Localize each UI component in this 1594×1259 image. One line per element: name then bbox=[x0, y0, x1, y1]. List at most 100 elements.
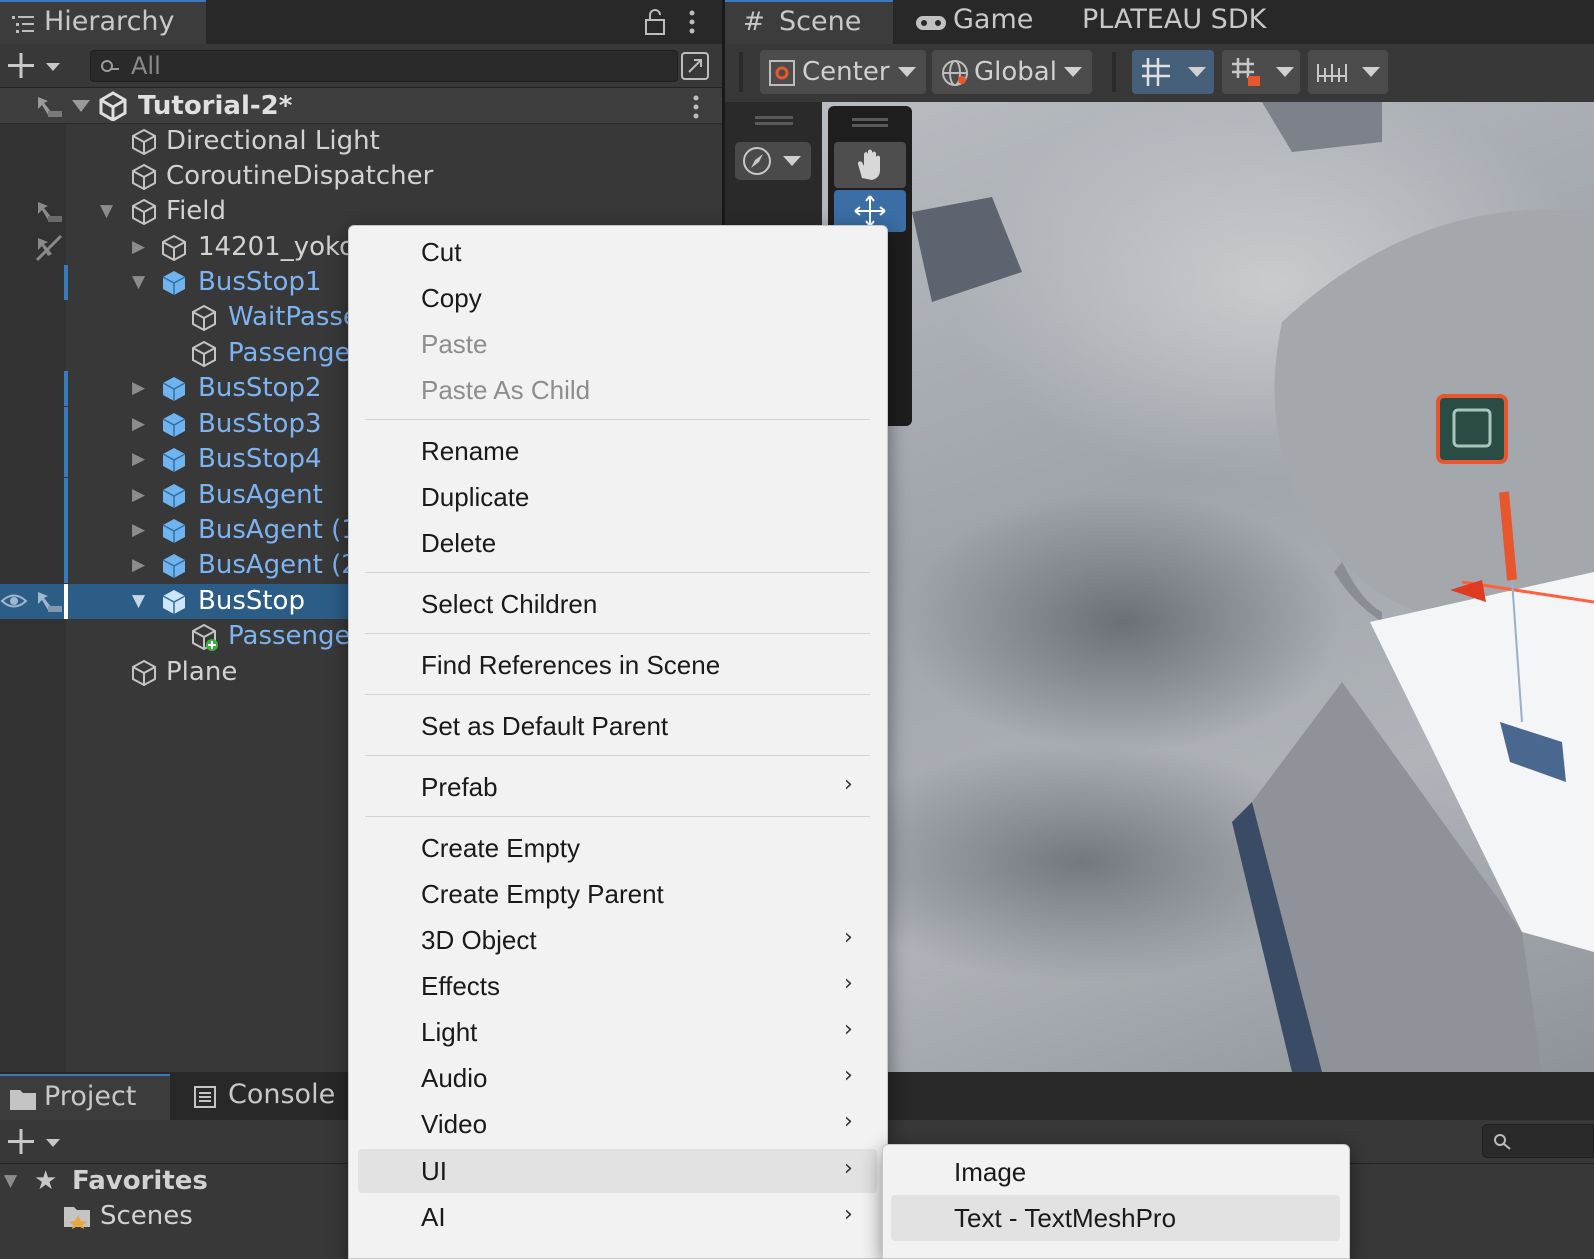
grid-snap-icon bbox=[1142, 58, 1170, 86]
chevron-down-icon bbox=[898, 67, 916, 77]
unity-scene-icon bbox=[99, 91, 127, 121]
chevron-down-icon bbox=[1362, 67, 1380, 77]
scene-viewport[interactable] bbox=[822, 102, 1594, 1072]
tab-game[interactable]: Game bbox=[903, 0, 1063, 44]
tab-game-label: Game bbox=[953, 4, 1034, 35]
hierarchy-item-label: 14201_yoko bbox=[198, 232, 356, 262]
submenu-arrow-icon: › bbox=[844, 1063, 853, 1088]
scene-kebab-icon[interactable] bbox=[690, 94, 702, 120]
menu-item-video[interactable]: Video bbox=[421, 1101, 487, 1147]
expand-arrow-icon[interactable]: ▼ bbox=[100, 194, 113, 229]
hierarchy-search-field[interactable]: All bbox=[90, 50, 678, 82]
pivot-mode-dropdown[interactable]: Center bbox=[760, 50, 926, 94]
pickable-icon[interactable] bbox=[34, 588, 64, 614]
menu-item-create-empty-parent[interactable]: Create Empty Parent bbox=[421, 871, 664, 917]
expand-arrow-icon[interactable]: ▼ bbox=[132, 584, 145, 619]
pivot-rotation-label: Global bbox=[974, 57, 1057, 87]
menu-item-set-default-parent[interactable]: Set as Default Parent bbox=[421, 703, 668, 749]
menu-item-light[interactable]: Light bbox=[421, 1009, 477, 1055]
prefab-override-bar bbox=[64, 584, 68, 619]
expand-arrow-icon[interactable]: ▶ bbox=[132, 407, 145, 442]
menu-item-effects[interactable]: Effects bbox=[421, 963, 500, 1009]
menu-item-find-references[interactable]: Find References in Scene bbox=[421, 642, 720, 688]
expand-arrow-icon[interactable]: ▼ bbox=[132, 265, 145, 300]
visibility-eye-icon[interactable] bbox=[0, 590, 28, 612]
project-search-field[interactable] bbox=[1482, 1124, 1594, 1158]
menu-item-cut[interactable]: Cut bbox=[421, 229, 461, 275]
gameobject-icon bbox=[132, 163, 156, 191]
hierarchy-row[interactable]: CoroutineDispatcher bbox=[0, 159, 722, 194]
menu-item-audio[interactable]: Audio bbox=[421, 1055, 488, 1101]
pivot-mode-label: Center bbox=[802, 57, 890, 87]
gameobject-icon bbox=[162, 234, 186, 262]
menu-item-select-children[interactable]: Select Children bbox=[421, 581, 597, 627]
hierarchy-row[interactable]: ▼ Field bbox=[0, 194, 722, 229]
view-tool-button[interactable] bbox=[834, 142, 906, 188]
expand-arrow-icon[interactable]: ▶ bbox=[132, 513, 145, 548]
tab-hierarchy-label: Hierarchy bbox=[44, 6, 175, 37]
kebab-menu-icon[interactable] bbox=[686, 8, 698, 36]
menu-item-3d-object[interactable]: 3D Object bbox=[421, 917, 537, 963]
hierarchy-row[interactable]: Directional Light bbox=[0, 124, 722, 159]
expand-arrow-icon[interactable]: ▶ bbox=[132, 548, 145, 583]
tab-console[interactable]: Console bbox=[180, 1074, 350, 1120]
menu-item-copy[interactable]: Copy bbox=[421, 275, 482, 321]
menu-separator bbox=[365, 816, 870, 817]
tab-console-label: Console bbox=[228, 1079, 336, 1110]
menu-separator bbox=[365, 633, 870, 634]
pickable-icon[interactable] bbox=[34, 198, 64, 224]
submenu-item-text-textmeshpro[interactable]: Text - TextMeshPro bbox=[954, 1195, 1176, 1241]
menu-item-delete[interactable]: Delete bbox=[421, 520, 496, 566]
increment-snapping-toggle[interactable] bbox=[1222, 50, 1300, 94]
prefab-icon bbox=[162, 377, 186, 401]
expand-arrow-icon[interactable]: ▶ bbox=[132, 230, 145, 265]
folder-icon bbox=[10, 1090, 36, 1110]
expand-arrow-icon[interactable]: ▶ bbox=[132, 478, 145, 513]
menu-item-ai[interactable]: AI bbox=[421, 1194, 446, 1240]
grid-snapping-toggle[interactable] bbox=[1132, 50, 1214, 94]
expand-arrow-icon[interactable]: ▶ bbox=[132, 371, 145, 406]
prefab-icon bbox=[162, 484, 186, 508]
menu-item-create-empty[interactable]: Create Empty bbox=[421, 825, 580, 871]
chevron-down-icon bbox=[1276, 67, 1294, 77]
menu-item-duplicate[interactable]: Duplicate bbox=[421, 474, 529, 520]
menu-item-ui[interactable]: UI bbox=[421, 1148, 447, 1194]
favorites-item[interactable]: Scenes bbox=[0, 1199, 348, 1234]
tab-hierarchy[interactable]: Hierarchy bbox=[0, 0, 206, 44]
submenu-arrow-icon: › bbox=[844, 772, 853, 797]
add-dropdown-icon[interactable] bbox=[8, 1128, 66, 1156]
lock-icon[interactable] bbox=[643, 8, 667, 36]
tab-project[interactable]: Project bbox=[0, 1074, 170, 1120]
tab-plateau-sdk[interactable]: PLATEAU SDK bbox=[1070, 0, 1290, 44]
search-folder-icon bbox=[64, 1207, 90, 1229]
favorites-row[interactable]: ▼ ★ Favorites bbox=[0, 1164, 348, 1199]
pivot-rotation-dropdown[interactable]: Global bbox=[932, 50, 1092, 94]
hand-icon bbox=[858, 149, 880, 180]
prefab-override-bar bbox=[64, 513, 68, 548]
scene-header-row[interactable]: Tutorial-2* bbox=[0, 88, 722, 124]
prefab-icon bbox=[162, 271, 186, 295]
scene-visibility-icon[interactable] bbox=[680, 51, 710, 81]
menu-item-prefab[interactable]: Prefab bbox=[421, 764, 498, 810]
hierarchy-item-label: Directional Light bbox=[166, 126, 380, 156]
submenu-item-image[interactable]: Image bbox=[954, 1149, 1026, 1195]
prefab-override-bar bbox=[64, 371, 68, 406]
hierarchy-item-label: BusStop2 bbox=[198, 373, 322, 403]
tab-scene[interactable]: # Scene bbox=[725, 0, 893, 44]
added-gameobject-icon bbox=[192, 623, 218, 651]
orientation-dropdown[interactable] bbox=[735, 142, 811, 180]
star-icon: ★ bbox=[34, 1166, 58, 1196]
add-dropdown-icon[interactable] bbox=[8, 52, 66, 80]
expand-arrow-icon[interactable] bbox=[72, 98, 90, 114]
overlay-grip bbox=[755, 116, 793, 119]
menu-item-rename[interactable]: Rename bbox=[421, 428, 519, 474]
pickable-icon[interactable] bbox=[34, 93, 64, 119]
ruler-toggle[interactable] bbox=[1308, 50, 1388, 94]
overlay-grip bbox=[852, 124, 888, 127]
pivot-center-icon bbox=[769, 60, 795, 86]
not-pickable-icon[interactable] bbox=[34, 234, 64, 262]
chevron-down-icon bbox=[1188, 67, 1206, 77]
expand-arrow-icon[interactable]: ▶ bbox=[132, 442, 145, 477]
tab-plateau-sdk-label: PLATEAU SDK bbox=[1082, 4, 1267, 35]
expand-arrow-icon[interactable]: ▼ bbox=[4, 1164, 17, 1199]
